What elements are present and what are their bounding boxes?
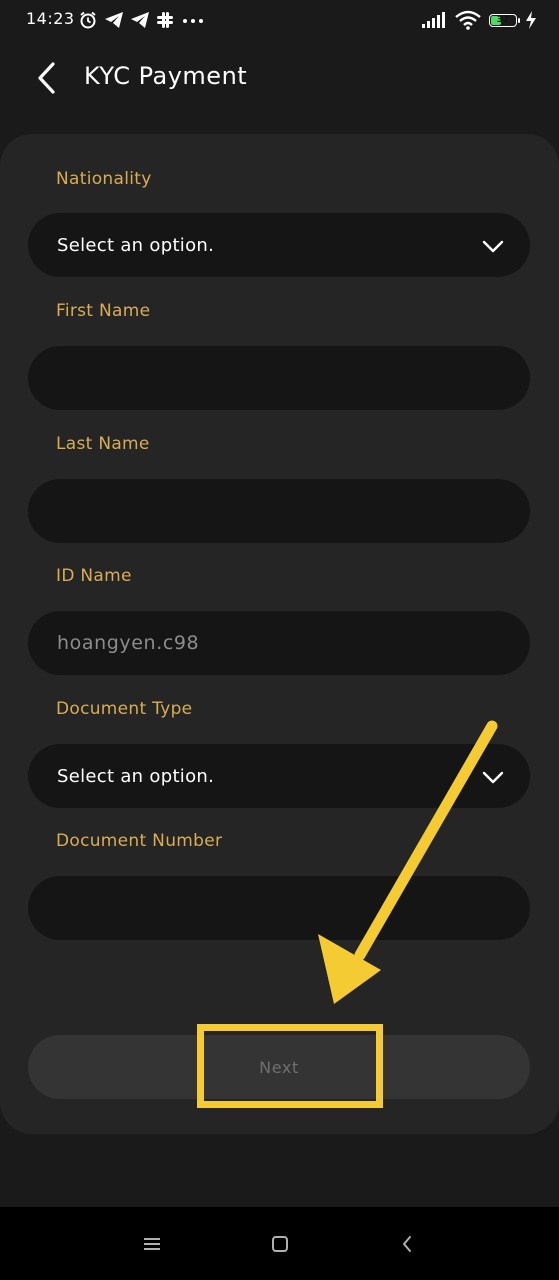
nationality-select-value: Select an option. [57,234,215,256]
id-name-label: ID Name [56,566,132,586]
last-name-label: Last Name [56,434,150,454]
last-name-input[interactable] [28,479,530,543]
back-triangle-icon [403,1236,411,1252]
wifi-icon [455,10,481,30]
document-type-select[interactable]: Select an option. [28,744,530,808]
telegram-icon [131,12,149,28]
app-header: KYC Payment [0,44,559,110]
status-bar: 14:23 37 [0,0,559,40]
first-name-label: First Name [56,301,151,321]
document-type-label: Document Type [56,699,193,719]
document-number-input[interactable] [28,876,530,940]
status-time: 14:23 [26,9,75,28]
page-title: KYC Payment [84,62,248,90]
battery-icon: 37 [489,13,520,27]
telegram-icon [105,12,123,28]
id-name-input[interactable]: hoangyen.c98 [28,611,530,675]
home-button[interactable] [265,1229,295,1259]
annotation-highlight-box [197,1024,383,1108]
nationality-label: Nationality [56,169,152,189]
chevron-left-icon [38,62,55,94]
chevron-down-icon [482,771,504,784]
menu-icon [144,1238,160,1250]
document-type-select-value: Select an option. [57,765,215,787]
signal-icon [422,12,445,28]
system-back-button[interactable] [392,1229,422,1259]
charging-icon [526,11,536,29]
status-notification-icons [78,9,206,31]
document-number-label: Document Number [56,831,223,851]
alarm-icon [80,11,96,29]
id-name-value: hoangyen.c98 [57,632,200,654]
nationality-select[interactable]: Select an option. [28,213,530,277]
home-square-icon [272,1236,288,1252]
more-dots-icon [183,19,203,23]
system-nav-bar [0,1207,559,1280]
battery-level: 37 [496,15,510,25]
chevron-down-icon [482,240,504,253]
first-name-input[interactable] [28,346,530,410]
back-button[interactable] [26,58,66,98]
kyc-form-card: Nationality Select an option. First Name… [0,134,559,1134]
recents-button[interactable] [137,1229,167,1259]
status-system-icons: 37 [421,9,537,31]
slack-icon [157,12,173,28]
